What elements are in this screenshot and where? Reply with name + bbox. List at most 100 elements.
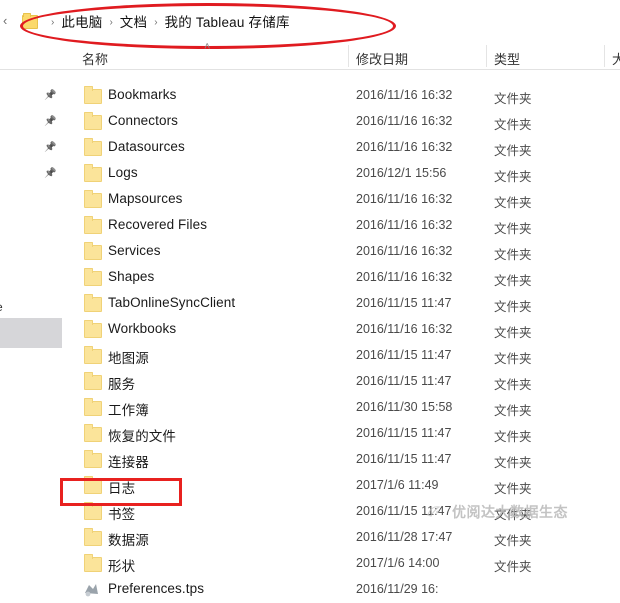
folder-icon xyxy=(84,86,102,104)
table-row[interactable]: 日志 2017/1/6 11:49 文件夹 xyxy=(0,473,620,499)
table-row[interactable]: 工作簿 2016/11/30 15:58 文件夹 xyxy=(0,395,620,421)
breadcrumb-item-documents[interactable]: 文档 xyxy=(120,11,147,31)
file-name-cell[interactable]: 地图源 xyxy=(108,347,149,367)
pin-icon: 📌 xyxy=(44,142,57,153)
file-date-cell: 2016/11/15 11:47 xyxy=(356,374,452,388)
file-name-cell[interactable]: Services xyxy=(108,243,161,258)
watermark-text: 优阅达大数据生态 xyxy=(452,504,568,520)
file-type-cell: 文件夹 xyxy=(494,378,532,392)
file-name-cell[interactable]: 连接器 xyxy=(108,451,149,471)
file-type-cell: 文件夹 xyxy=(494,222,532,236)
breadcrumb-separator: › xyxy=(154,16,158,28)
folder-icon xyxy=(84,450,102,468)
file-type-cell: 文件夹 xyxy=(494,482,532,496)
file-date-cell: 2016/11/29 16: xyxy=(356,582,439,596)
file-name-cell[interactable]: 数据源 xyxy=(108,529,149,549)
file-name-cell[interactable]: Bookmarks xyxy=(108,87,176,102)
file-name-cell[interactable]: 恢复的文件 xyxy=(108,425,176,445)
folder-icon xyxy=(84,502,102,520)
table-row[interactable]: 数据源 2016/11/28 17:47 文件夹 xyxy=(0,525,620,551)
folder-icon xyxy=(84,164,102,182)
folder-icon xyxy=(84,112,102,130)
file-date-cell: 2016/11/16 16:32 xyxy=(356,270,453,284)
file-name-cell[interactable]: 书签 xyxy=(108,503,135,523)
file-date-cell: 2016/11/16 16:32 xyxy=(356,88,453,102)
file-name-cell[interactable]: Connectors xyxy=(108,113,178,128)
file-list: 📌 Bookmarks 2016/11/16 16:32 文件夹 📌 Connectors… xyxy=(0,70,620,597)
breadcrumb-item-tableau-repository[interactable]: 我的 Tableau 存储库 xyxy=(165,11,290,31)
breadcrumb-item-this-pc[interactable]: 此电脑 xyxy=(61,11,102,31)
table-row[interactable]: 恢复的文件 2016/11/15 11:47 文件夹 xyxy=(0,421,620,447)
pin-icon: 📌 xyxy=(44,90,57,101)
table-row[interactable]: Mapsources 2016/11/16 16:32 文件夹 xyxy=(0,187,620,213)
table-row[interactable]: Recovered Files 2016/11/16 16:32 文件夹 xyxy=(0,213,620,239)
file-name-cell[interactable]: 日志 xyxy=(108,477,135,497)
file-name-cell[interactable]: Recovered Files xyxy=(108,217,207,232)
column-divider[interactable] xyxy=(486,45,487,67)
back-navigation-icon[interactable]: ‹ xyxy=(3,14,7,27)
column-divider[interactable] xyxy=(604,45,605,67)
folder-icon xyxy=(84,190,102,208)
file-name-cell[interactable]: Shapes xyxy=(108,269,154,284)
file-type-cell: 文件夹 xyxy=(494,170,532,184)
table-row[interactable]: 服务 2016/11/15 11:47 文件夹 xyxy=(0,369,620,395)
file-date-cell: 2016/11/15 11:47 xyxy=(356,426,452,440)
breadcrumb-separator: › xyxy=(51,16,55,28)
table-row[interactable]: Shapes 2016/11/16 16:32 文件夹 xyxy=(0,265,620,291)
pin-icon: 📌 xyxy=(44,116,57,127)
table-row[interactable]: 📌 Connectors 2016/11/16 16:32 文件夹 xyxy=(0,109,620,135)
column-header-name[interactable]: 名称 xyxy=(82,49,108,68)
breadcrumb: › 此电脑 › 文档 › 我的 Tableau 存储库 xyxy=(44,11,290,31)
file-name-cell[interactable]: Mapsources xyxy=(108,191,183,206)
table-row[interactable]: 地图源 2016/11/15 11:47 文件夹 xyxy=(0,343,620,369)
folder-icon xyxy=(84,372,102,390)
file-name-cell[interactable]: TabOnlineSyncClient xyxy=(108,295,235,310)
file-type-cell: 文件夹 xyxy=(494,196,532,210)
folder-icon xyxy=(84,554,102,572)
file-name-cell[interactable]: 服务 xyxy=(108,373,135,393)
table-row[interactable]: 📌 Datasources 2016/11/16 16:32 文件夹 xyxy=(0,135,620,161)
table-row[interactable]: Preferences.tps 2016/11/29 16: xyxy=(0,577,620,603)
folder-icon xyxy=(84,528,102,546)
file-date-cell: 2016/11/15 11:47 xyxy=(356,348,452,362)
column-header-type[interactable]: 类型 xyxy=(494,49,520,68)
table-row[interactable]: 📌 Logs 2016/12/1 15:56 文件夹 xyxy=(0,161,620,187)
file-date-cell: 2016/11/30 15:58 xyxy=(356,400,453,414)
file-date-cell: 2017/1/6 11:49 xyxy=(356,478,439,492)
file-type-cell: 文件夹 xyxy=(494,300,532,314)
folder-icon xyxy=(84,216,102,234)
column-divider[interactable] xyxy=(348,45,349,67)
table-row[interactable]: TabOnlineSyncClient 2016/11/15 11:47 文件夹 xyxy=(0,291,620,317)
folder-icon xyxy=(84,294,102,312)
column-header-date-modified[interactable]: 修改日期 xyxy=(356,49,408,68)
table-row[interactable]: Workbooks 2016/11/16 16:32 文件夹 xyxy=(0,317,620,343)
folder-icon xyxy=(84,346,102,364)
file-date-cell: 2016/11/16 16:32 xyxy=(356,322,453,336)
table-row[interactable]: 连接器 2016/11/15 11:47 文件夹 xyxy=(0,447,620,473)
column-header-size[interactable]: 大 xyxy=(612,49,620,68)
file-name-cell[interactable]: 形状 xyxy=(108,555,135,575)
table-row[interactable]: 形状 2017/1/6 14:00 文件夹 xyxy=(0,551,620,577)
file-name-cell[interactable]: Workbooks xyxy=(108,321,176,336)
folder-icon xyxy=(84,476,102,494)
column-header-row: 名称 修改日期 类型 大 xyxy=(0,43,620,70)
file-date-cell: 2016/11/16 16:32 xyxy=(356,218,453,232)
address-bar[interactable]: ‹ › 此电脑 › 文档 › 我的 Tableau 存储库 xyxy=(0,6,620,38)
file-name-cell[interactable]: 工作簿 xyxy=(108,399,149,419)
file-date-cell: 2016/11/28 17:47 xyxy=(356,530,453,544)
file-type-cell: 文件夹 xyxy=(494,430,532,444)
file-type-cell: 文件夹 xyxy=(494,404,532,418)
file-name-cell[interactable]: Datasources xyxy=(108,139,185,154)
table-row[interactable]: Services 2016/11/16 16:32 文件夹 xyxy=(0,239,620,265)
file-type-cell: 文件夹 xyxy=(494,352,532,366)
folder-icon xyxy=(84,138,102,156)
folder-icon xyxy=(84,320,102,338)
file-name-cell[interactable]: Logs xyxy=(108,165,138,180)
table-row[interactable]: 📌 Bookmarks 2016/11/16 16:32 文件夹 xyxy=(0,83,620,109)
file-type-cell: 文件夹 xyxy=(494,274,532,288)
file-type-cell: 文件夹 xyxy=(494,560,532,574)
folder-icon xyxy=(84,268,102,286)
file-name-cell[interactable]: Preferences.tps xyxy=(108,581,204,596)
folder-icon xyxy=(84,424,102,442)
file-type-cell: 文件夹 xyxy=(494,456,532,470)
